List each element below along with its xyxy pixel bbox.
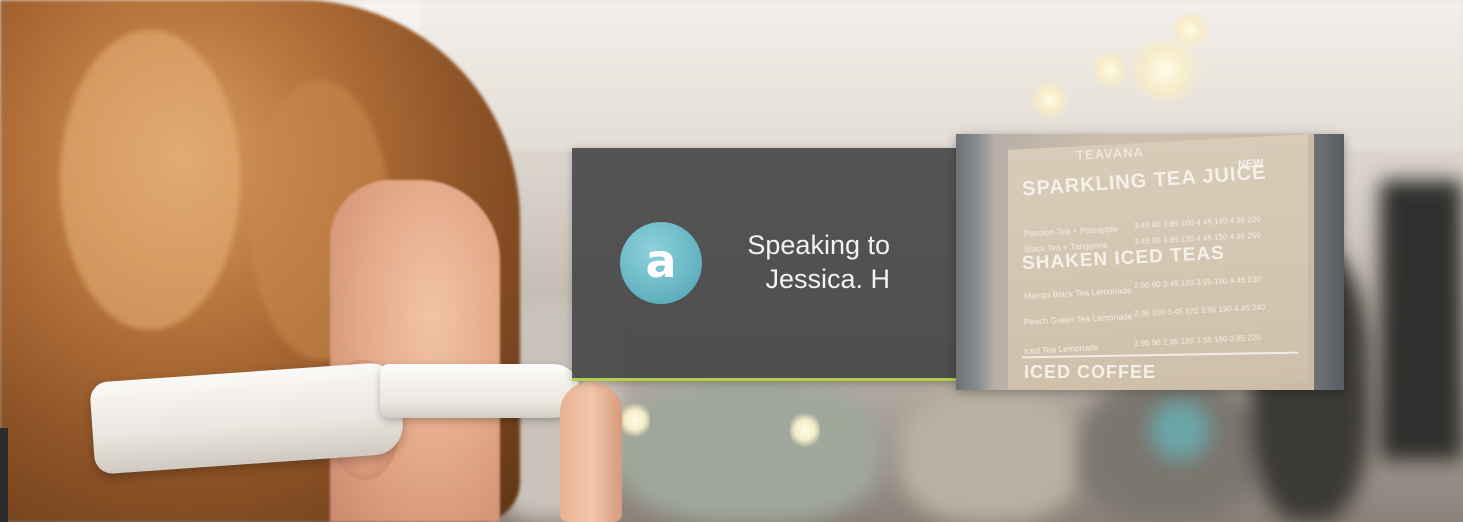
hud-line-2: Jessica. H — [765, 264, 890, 294]
menu-badge: NEW — [1237, 157, 1265, 171]
menu-board: TEAVANA SPARKLING TEA JUICE NEW Passion … — [956, 134, 1344, 390]
lamp — [790, 410, 820, 450]
hud-line-1: Speaking to — [747, 230, 890, 260]
hud-message: Speaking to Jessica. H — [722, 228, 890, 296]
background-blur — [620, 380, 880, 522]
menu-heading: ICED COFFEE — [1024, 362, 1157, 382]
ceiling-light — [1090, 50, 1130, 90]
ceiling-light — [1170, 10, 1210, 50]
ceiling-light — [1120, 40, 1210, 100]
menu-frame — [1314, 134, 1344, 390]
smart-glasses-arm — [380, 364, 580, 418]
background-blur — [900, 390, 1080, 522]
finger — [560, 382, 622, 522]
hair-highlight — [60, 30, 240, 330]
chalkboard — [1380, 180, 1463, 460]
lamp — [620, 400, 650, 440]
photo-scene: a Speaking to Jessica. H TEAVANA SPARKLI… — [0, 0, 1463, 522]
hud-card: a Speaking to Jessica. H — [572, 148, 956, 381]
ceiling-light — [1030, 80, 1070, 120]
background-blur — [1150, 400, 1210, 460]
frame-edge — [0, 428, 8, 522]
app-logo-letter: a — [645, 234, 677, 288]
app-logo-icon: a — [620, 222, 702, 304]
